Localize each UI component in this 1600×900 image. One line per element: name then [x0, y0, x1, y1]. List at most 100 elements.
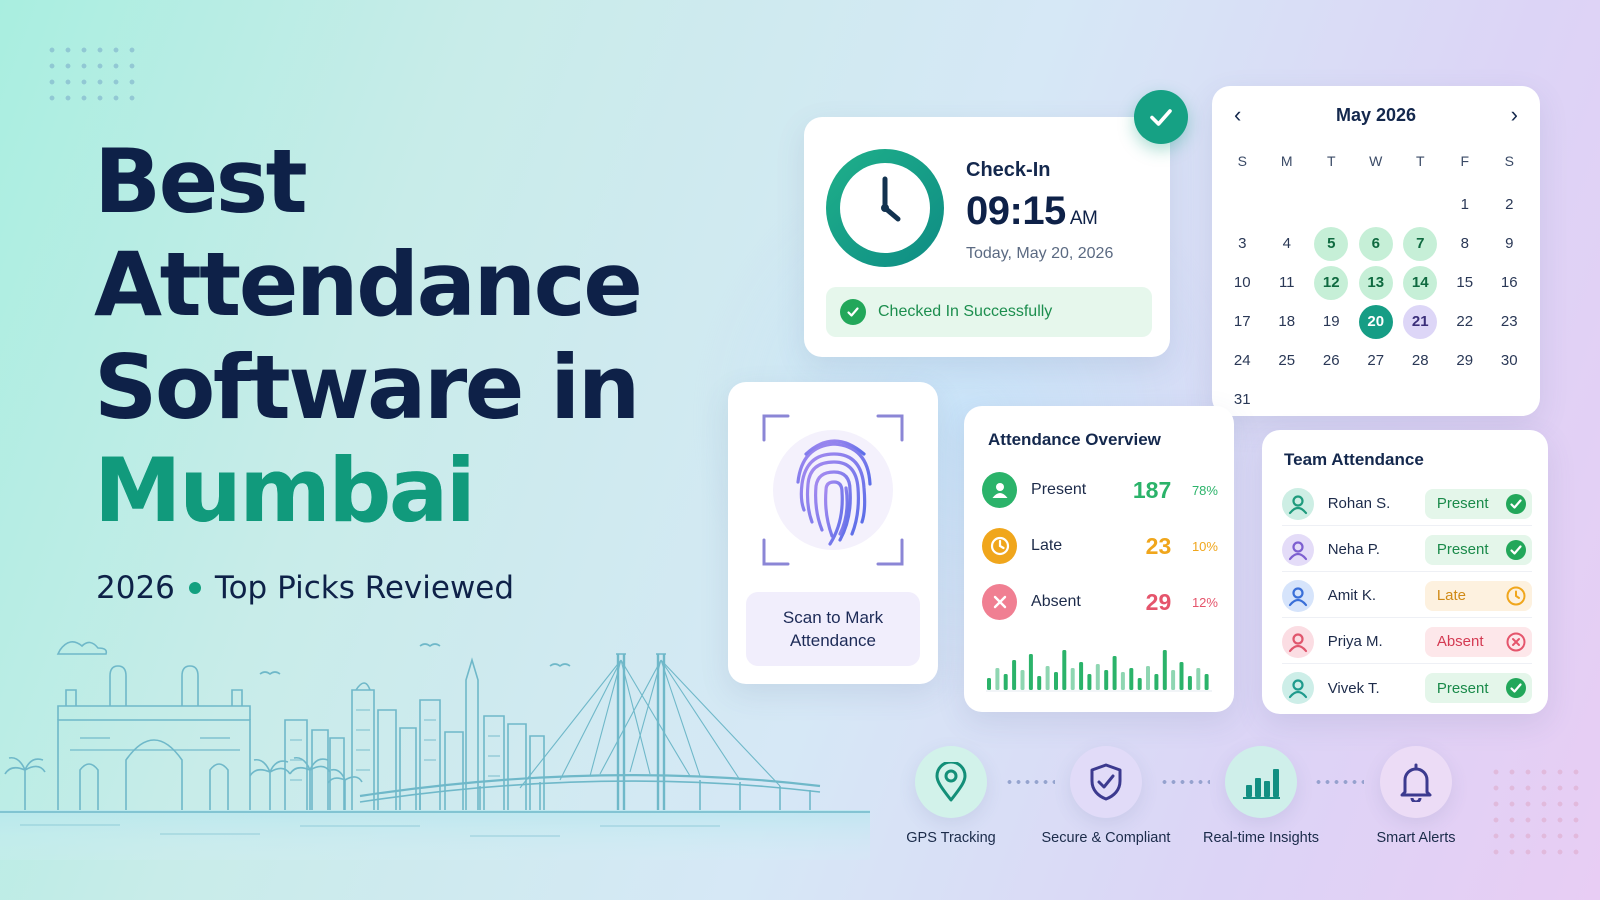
team-member-name: Rohan S. — [1327, 495, 1391, 512]
calendar-day[interactable]: 30 — [1487, 341, 1532, 380]
calendar-day-number: 13 — [1358, 265, 1393, 300]
overview-row-absent: Absent 29 12% — [982, 582, 1218, 622]
fingerprint-scan-card[interactable]: Scan to Mark Attendance — [728, 382, 938, 684]
status-badge: Present — [1424, 534, 1532, 565]
mini-bar — [1020, 670, 1025, 690]
feature-label: Smart Alerts — [1376, 830, 1456, 846]
calendar-weekday: M — [1280, 153, 1293, 169]
scan-to-mark-button[interactable]: Scan to Mark Attendance — [746, 592, 920, 666]
decorative-dots — [1488, 764, 1584, 860]
team-member-row[interactable]: Rohan S. Present — [1282, 482, 1532, 526]
mini-bar — [1204, 674, 1209, 690]
calendar-weekday: W — [1369, 153, 1383, 169]
calendar-day[interactable]: 29 — [1443, 341, 1488, 380]
calendar-day[interactable]: 9 — [1487, 224, 1532, 263]
calendar-day-number: 14 — [1403, 265, 1438, 300]
calendar-empty-cell — [1354, 185, 1399, 224]
calendar-day[interactable]: 16 — [1487, 263, 1532, 302]
map-pin-icon — [915, 746, 987, 818]
fingerprint-icon — [762, 414, 904, 566]
calendar-day-number: 25 — [1278, 352, 1296, 369]
calendar-day-number: 27 — [1367, 352, 1385, 369]
calendar-day[interactable]: 18 — [1265, 302, 1310, 341]
calendar-day[interactable]: 17 — [1220, 302, 1265, 341]
clock-icon — [1506, 586, 1526, 606]
check-in-status: Checked In Successfully — [826, 287, 1152, 337]
team-member-row[interactable]: Vivek T. Present — [1282, 666, 1532, 710]
calendar-day[interactable]: 27 — [1354, 341, 1399, 380]
calendar-day[interactable]: 14 — [1398, 263, 1443, 302]
team-attendance-card: Team Attendance Rohan S. Present Neha P. Pr… — [1262, 430, 1548, 714]
check-in-label: Check-In — [966, 159, 1051, 181]
calendar-day[interactable]: 4 — [1265, 224, 1310, 263]
mini-bar — [1028, 654, 1033, 690]
calendar-day[interactable]: 23 — [1487, 302, 1532, 341]
calendar-day[interactable]: 13 — [1354, 263, 1399, 302]
feature-label: Secure & Compliant — [1041, 830, 1171, 846]
calendar-day-number: 24 — [1233, 352, 1251, 369]
chevron-right-icon[interactable]: › — [1511, 104, 1518, 126]
team-member-row[interactable]: Amit K. Late — [1282, 574, 1532, 618]
mini-bar — [1070, 668, 1075, 690]
calendar-day[interactable]: 3 — [1220, 224, 1265, 263]
calendar-day[interactable]: 7 — [1398, 224, 1443, 263]
calendar-day[interactable]: 19 — [1309, 302, 1354, 341]
avatar — [1282, 579, 1314, 612]
mini-bar — [1187, 676, 1192, 690]
user-icon — [982, 472, 1018, 508]
decorative-dots — [44, 42, 140, 106]
calendar-day-number: 4 — [1282, 235, 1291, 252]
subline-year: 2026 — [96, 570, 175, 606]
calendar-month: May 2026 — [1335, 104, 1417, 125]
status-badge-label: Present — [1436, 541, 1489, 558]
check-circle-icon — [1506, 493, 1526, 514]
headline: Best Attendance Software in Mumbai — [94, 130, 643, 542]
calendar-day[interactable]: 15 — [1443, 263, 1488, 302]
bullet-dot — [188, 582, 201, 594]
mini-bar — [1079, 662, 1084, 690]
feature-realtime-insights[interactable]: Real-time Insights — [1186, 746, 1336, 846]
calendar-day[interactable]: 2 — [1487, 185, 1532, 224]
calendar-day-number: 26 — [1322, 352, 1340, 369]
calendar-day[interactable]: 22 — [1443, 302, 1488, 341]
close-circle-icon — [1506, 632, 1526, 652]
calendar-day[interactable]: 11 — [1265, 263, 1310, 302]
calendar-day[interactable]: 1 — [1443, 185, 1488, 224]
check-circle-icon — [1506, 539, 1526, 560]
calendar-day-number: 12 — [1314, 265, 1349, 300]
calendar-weekday: S — [1504, 153, 1514, 169]
overview-label: Absent — [1031, 593, 1081, 610]
feature-gps-tracking[interactable]: GPS Tracking — [876, 746, 1026, 846]
mini-bar — [1154, 674, 1159, 690]
close-icon — [982, 584, 1018, 620]
mini-bar — [1054, 672, 1058, 690]
calendar-day[interactable]: 6 — [1354, 224, 1399, 263]
team-member-row[interactable]: Neha P. Present — [1282, 528, 1532, 572]
calendar-day[interactable]: 20 — [1354, 302, 1399, 341]
calendar-day[interactable]: 12 — [1309, 263, 1354, 302]
check-in-status-text: Checked In Successfully — [878, 303, 1053, 320]
overview-value: 29 — [1145, 588, 1172, 615]
chevron-left-icon[interactable]: ‹ — [1234, 104, 1241, 126]
calendar-day[interactable]: 25 — [1265, 341, 1310, 380]
calendar-day[interactable]: 26 — [1309, 341, 1354, 380]
calendar-day[interactable]: 21 — [1398, 302, 1443, 341]
calendar-day-number: 6 — [1358, 226, 1393, 261]
calendar-day[interactable]: 28 — [1398, 341, 1443, 380]
calendar-day[interactable]: 8 — [1443, 224, 1488, 263]
calendar-day[interactable]: 10 — [1220, 263, 1265, 302]
calendar-day[interactable]: 24 — [1220, 341, 1265, 380]
attendance-mini-bars — [986, 650, 1212, 692]
team-member-row[interactable]: Priya M. Absent — [1282, 620, 1532, 664]
calendar-day[interactable]: 5 — [1309, 224, 1354, 263]
mini-bar — [1037, 676, 1042, 690]
team-title: Team Attendance — [1284, 450, 1424, 469]
feature-secure-compliant[interactable]: Secure & Compliant — [1031, 746, 1181, 846]
status-badge: Present — [1424, 488, 1532, 519]
feature-smart-alerts[interactable]: Smart Alerts — [1341, 746, 1491, 846]
calendar-day-number: 1 — [1460, 196, 1469, 213]
calendar-day-number: 9 — [1505, 235, 1514, 252]
overview-percent: 12% — [1191, 594, 1218, 610]
check-in-date: Today, May 20, 2026 — [966, 245, 1114, 262]
status-badge-label: Late — [1436, 587, 1467, 604]
